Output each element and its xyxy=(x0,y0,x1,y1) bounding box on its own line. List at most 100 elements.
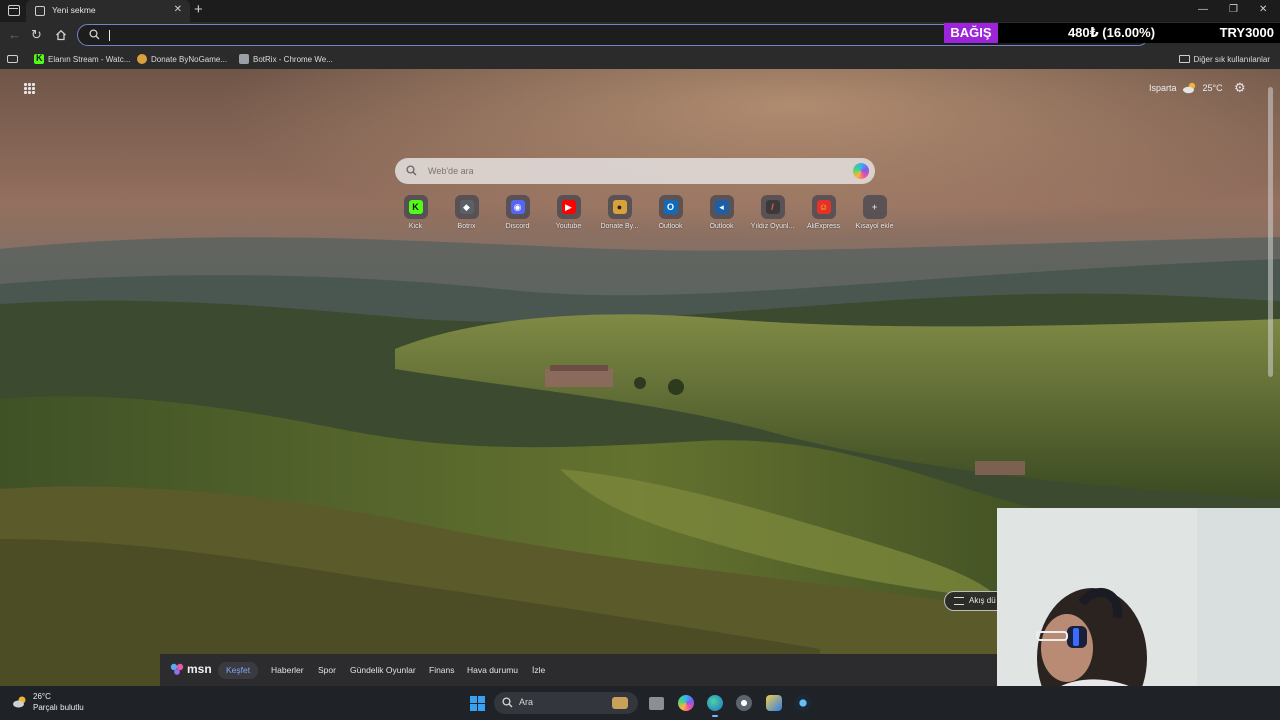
quick-link-tile: ◂ xyxy=(709,195,734,219)
donation-goal: TRY3000 xyxy=(1219,25,1274,40)
quick-link-label: Kick xyxy=(408,223,423,230)
page-scrollbar[interactable] xyxy=(1268,87,1273,377)
task-view-icon[interactable] xyxy=(649,697,664,710)
quick-link-label: Outlook xyxy=(658,223,683,230)
quick-link-icon: ◂ xyxy=(714,200,729,214)
donation-overlay: BAĞIŞ 480₺ (16.00%) TRY3000 xyxy=(944,23,1280,43)
quick-link-discord[interactable]: ◉ Discord xyxy=(492,195,543,230)
tab-new-tab[interactable]: Yeni sekme ✕ xyxy=(26,0,190,22)
weather-location: Isparta xyxy=(1149,83,1177,93)
new-tab-plus-icon[interactable]: + xyxy=(194,2,203,18)
edge-icon[interactable] xyxy=(707,695,723,717)
restore-icon[interactable]: ❐ xyxy=(1229,3,1238,17)
weather-widget[interactable]: Isparta 25°C xyxy=(1149,82,1223,94)
feed-layout-label: Akış dü xyxy=(969,596,996,605)
search-icon xyxy=(502,697,513,708)
msn-tab-5[interactable]: Hava durumu xyxy=(459,662,526,679)
quick-link-tile: ◉ xyxy=(505,195,530,219)
search-highlight-icon xyxy=(612,697,628,709)
app-icon[interactable] xyxy=(766,695,782,711)
donation-badge: BAĞIŞ xyxy=(944,23,998,43)
msn-tab-4[interactable]: Finans xyxy=(421,662,463,679)
quick-link-tile: ● xyxy=(607,195,632,219)
quick-link-icon: / xyxy=(765,200,780,214)
partly-cloudy-icon xyxy=(1182,82,1195,94)
quick-link-label: Outlook xyxy=(709,223,734,230)
apps-grid-icon[interactable] xyxy=(24,83,35,94)
taskbar-search-label: Ara xyxy=(519,697,534,707)
msn-tab-6[interactable]: İzle xyxy=(524,662,553,679)
quick-link-tile: ◆ xyxy=(454,195,479,219)
bookmark-kick[interactable]: Elanın Stream - Watc... xyxy=(34,52,130,66)
quick-links: K Kick ◆ Botrix ◉ Discord ▶ Youtube ● Donate By..… xyxy=(390,195,900,230)
quick-link-icon: ● xyxy=(612,200,627,214)
quick-link-icon: ▶ xyxy=(561,200,576,214)
taskbar-search[interactable]: Ara xyxy=(494,692,638,714)
donation-amount: 480₺ (16.00%) xyxy=(1067,25,1156,40)
quick-link-youtube[interactable]: ▶ Youtube xyxy=(543,195,594,230)
home-icon[interactable] xyxy=(55,29,67,41)
quick-link-label: Kısayol ekle xyxy=(855,223,894,230)
quick-link-tile: ☺ xyxy=(811,195,836,219)
quick-link-donate-by[interactable]: ● Donate By... xyxy=(594,195,645,230)
new-tab-favicon-icon xyxy=(35,6,45,16)
quick-link-tile: ▶ xyxy=(556,195,581,219)
msn-logo-text: msn xyxy=(187,662,212,676)
quick-link-icon: K xyxy=(408,200,423,214)
quick-link-tile: O xyxy=(658,195,683,219)
tab-actions-icon[interactable] xyxy=(8,5,20,16)
partly-cloudy-icon xyxy=(13,696,26,708)
minimize-icon[interactable]: — xyxy=(1198,3,1208,17)
quick-link-icon: ◆ xyxy=(459,200,474,214)
windows-start-icon[interactable] xyxy=(470,696,485,711)
quick-link-label: Donate By... xyxy=(600,223,639,230)
quick-link-label: Discord xyxy=(505,223,530,230)
quick-link-tile: / xyxy=(760,195,785,219)
search-icon xyxy=(406,165,417,176)
tab-title: Yeni sekme xyxy=(52,5,96,15)
msn-logo[interactable]: msn xyxy=(170,662,212,676)
address-input[interactable] xyxy=(114,27,914,43)
copilot-icon[interactable] xyxy=(678,695,694,711)
search-icon xyxy=(89,29,100,40)
quick-link-outlook[interactable]: ◂ Outlook xyxy=(696,195,747,230)
msn-tab-0[interactable]: Keşfet xyxy=(218,662,259,679)
quick-link-outlook[interactable]: O Outlook xyxy=(645,195,696,230)
botrix-icon xyxy=(239,54,249,64)
taskbar-temperature: 26°C xyxy=(33,692,51,701)
quick-link-k-sayol-ekle[interactable]: + Kısayol ekle xyxy=(849,195,900,230)
close-tab-icon[interactable]: ✕ xyxy=(174,4,182,16)
chrome-icon[interactable] xyxy=(736,695,752,711)
quick-link-aliexpress[interactable]: ☺ AliExpress xyxy=(798,195,849,230)
msn-butterfly-icon xyxy=(170,663,184,675)
close-window-icon[interactable]: ✕ xyxy=(1259,3,1267,17)
msn-tab-1[interactable]: Haberler xyxy=(263,662,312,679)
bookmark-bynogame[interactable]: Donate ByNoGame... xyxy=(137,52,227,66)
quick-link-tile: + xyxy=(862,195,887,219)
quick-link-botrix[interactable]: ◆ Botrix xyxy=(441,195,492,230)
quick-link-label: AliExpress xyxy=(806,223,841,230)
taskbar: 26°C Parçalı bulutlu Ara xyxy=(0,686,1280,720)
quick-link-y-ld-z-oyunl[interactable]: / Yıldız Oyunl... xyxy=(747,195,798,230)
back-arrow-icon[interactable]: ← xyxy=(8,28,21,42)
bookmark-label: Elanın Stream - Watc... xyxy=(48,54,131,64)
web-search-input[interactable] xyxy=(428,163,828,179)
web-search-box[interactable] xyxy=(395,158,875,184)
bookmarks-bar: Elanın Stream - Watc... Donate ByNoGame.… xyxy=(0,49,1280,69)
msn-tab-2[interactable]: Spor xyxy=(310,662,344,679)
quick-link-icon: ◉ xyxy=(510,200,525,214)
steam-icon[interactable] xyxy=(795,695,811,711)
taskbar-weather[interactable]: 26°C Parçalı bulutlu xyxy=(12,691,84,713)
text-caret xyxy=(109,30,110,41)
quick-link-kick[interactable]: K Kick xyxy=(390,195,441,230)
kick-icon xyxy=(34,53,44,64)
copilot-icon[interactable] xyxy=(853,163,869,179)
bookmark-botrix[interactable]: BotRix - Chrome We... xyxy=(239,52,333,66)
other-bookmarks-folder[interactable]: Diğer sık kullanılanlar xyxy=(1178,52,1270,66)
refresh-icon[interactable]: ↻ xyxy=(31,28,42,42)
msn-tab-3[interactable]: Gündelik Oyunlar xyxy=(342,662,424,679)
weather-temperature: 25°C xyxy=(1202,83,1223,93)
gear-icon[interactable]: ⚙ xyxy=(1234,81,1246,95)
bookmark-label: BotRix - Chrome We... xyxy=(253,54,333,64)
sidebar-toggle-icon[interactable] xyxy=(7,55,18,63)
